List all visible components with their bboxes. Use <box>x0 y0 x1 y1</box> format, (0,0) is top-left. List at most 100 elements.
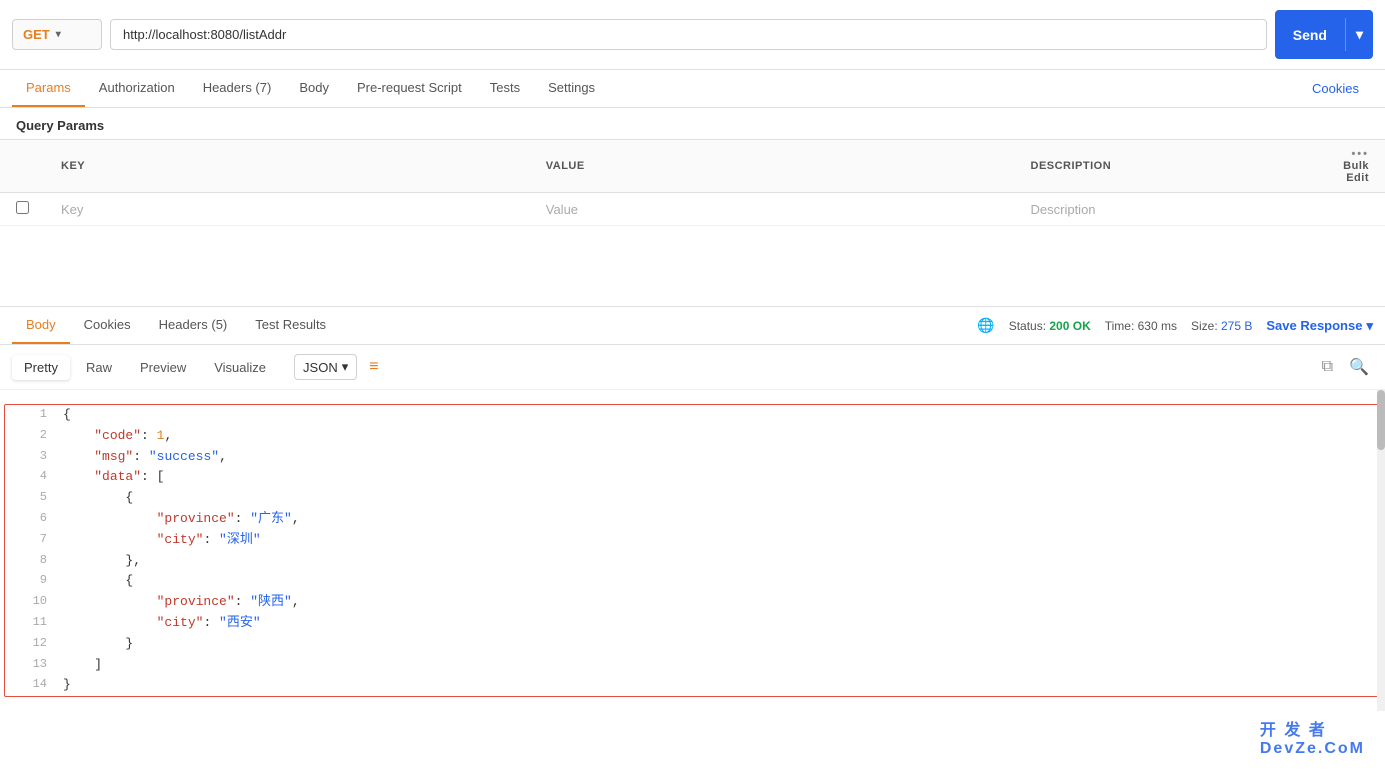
format-pretty-button[interactable]: Pretty <box>12 355 70 380</box>
watermark: 开 发 者DevZe.CoM <box>1260 716 1365 758</box>
save-response-chevron-icon: ▾ <box>1366 318 1373 334</box>
chevron-down-icon: ▾ <box>56 29 61 40</box>
send-button[interactable]: Send ▾ <box>1275 10 1373 59</box>
code-line-8: 8 }, <box>5 551 1380 572</box>
request-tabs: Params Authorization Headers (7) Body Pr… <box>0 70 1385 108</box>
response-time: Time: 630 ms <box>1105 319 1177 333</box>
table-row: Key Value Description <box>0 193 1385 226</box>
row-checkbox[interactable] <box>0 193 45 226</box>
params-table: KEY VALUE DESCRIPTION ••• Bulk Edit Key … <box>0 139 1385 226</box>
method-selector[interactable]: GET ▾ <box>12 19 102 50</box>
bulk-edit-button[interactable]: Bulk Edit <box>1343 160 1369 184</box>
empty-space <box>0 226 1385 306</box>
copy-icon[interactable]: ⧉ <box>1318 353 1337 381</box>
code-line-5: 5 { <box>5 488 1380 509</box>
json-format-select[interactable]: JSON ▾ <box>294 354 357 380</box>
line-number: 12 <box>17 634 47 653</box>
code-content: "province": "广东", <box>63 509 1368 530</box>
line-number: 1 <box>17 405 47 424</box>
code-content: "city": "深圳" <box>63 530 1368 551</box>
key-col-header: KEY <box>45 140 530 193</box>
line-number: 14 <box>17 675 47 694</box>
globe-icon: 🌐 <box>977 317 994 334</box>
more-options-icon[interactable]: ••• <box>1351 148 1369 160</box>
code-line-11: 11 "city": "西安" <box>5 613 1380 634</box>
actions-col-header: ••• Bulk Edit <box>1305 140 1385 193</box>
code-line-2: 2 "code": 1, <box>5 426 1380 447</box>
json-format-label: JSON <box>303 360 338 375</box>
method-text: GET <box>23 27 50 42</box>
code-content: { <box>63 405 1368 426</box>
desc-cell[interactable]: Description <box>1015 193 1306 226</box>
tab-authorization[interactable]: Authorization <box>85 70 189 107</box>
tab-body[interactable]: Body <box>285 70 343 107</box>
tab-tests[interactable]: Tests <box>476 70 534 107</box>
desc-col-header: DESCRIPTION <box>1015 140 1306 193</box>
code-line-10: 10 "province": "陕西", <box>5 592 1380 613</box>
checkbox-col-header <box>0 140 45 193</box>
line-number: 5 <box>17 488 47 507</box>
url-bar: GET ▾ Send ▾ <box>0 0 1385 70</box>
line-number: 13 <box>17 655 47 674</box>
code-content: "code": 1, <box>63 426 1368 447</box>
line-number: 10 <box>17 592 47 611</box>
send-label: Send <box>1275 19 1345 51</box>
tab-pre-request-script[interactable]: Pre-request Script <box>343 70 476 107</box>
line-number: 7 <box>17 530 47 549</box>
json-border-box: 1 { 2 "code": 1, 3 "msg": "success", 4 "… <box>4 404 1381 697</box>
code-content: "msg": "success", <box>63 447 1368 468</box>
response-tabs: Body Cookies Headers (5) Test Results 🌐 … <box>0 306 1385 345</box>
send-arrow-icon[interactable]: ▾ <box>1345 18 1373 51</box>
url-input[interactable] <box>110 19 1267 50</box>
status-badge: Status: 200 OK <box>1009 319 1091 333</box>
line-number: 4 <box>17 467 47 486</box>
status-ok-text: 200 OK <box>1049 319 1090 333</box>
tab-params[interactable]: Params <box>12 70 85 107</box>
query-params-title: Query Params <box>0 108 1385 139</box>
resp-tab-test-results[interactable]: Test Results <box>241 307 340 344</box>
search-icon[interactable]: 🔍 <box>1345 353 1373 381</box>
code-line-13: 13 ] <box>5 655 1380 676</box>
code-line-14: 14 } <box>5 675 1380 696</box>
value-cell[interactable]: Value <box>530 193 1015 226</box>
tab-settings[interactable]: Settings <box>534 70 609 107</box>
resp-tab-cookies[interactable]: Cookies <box>70 307 145 344</box>
key-cell[interactable]: Key <box>45 193 530 226</box>
actions-cell <box>1305 193 1385 226</box>
format-bar: Pretty Raw Preview Visualize JSON ▾ ≡ ⧉ … <box>0 345 1385 390</box>
code-content: } <box>63 675 1368 696</box>
save-response-label: Save Response <box>1266 318 1362 333</box>
format-visualize-button[interactable]: Visualize <box>202 355 278 380</box>
code-content: }, <box>63 551 1368 572</box>
line-number: 9 <box>17 571 47 590</box>
line-number: 3 <box>17 447 47 466</box>
resp-tab-headers[interactable]: Headers (5) <box>145 307 242 344</box>
code-content: "city": "西安" <box>63 613 1368 634</box>
code-content: "data": [ <box>63 467 1368 488</box>
param-checkbox[interactable] <box>16 201 29 214</box>
format-preview-button[interactable]: Preview <box>128 355 198 380</box>
response-status-area: 🌐 Status: 200 OK Time: 630 ms Size: 275 … <box>977 317 1373 334</box>
format-right-actions: ⧉ 🔍 <box>1318 353 1373 381</box>
code-content: } <box>63 634 1368 655</box>
scrollbar-track[interactable] <box>1377 390 1385 711</box>
code-line-7: 7 "city": "深圳" <box>5 530 1380 551</box>
tab-headers[interactable]: Headers (7) <box>189 70 286 107</box>
code-line-4: 4 "data": [ <box>5 467 1380 488</box>
wrap-lines-icon[interactable]: ≡ <box>369 358 378 376</box>
code-line-1: 1 { <box>5 405 1380 426</box>
code-line-12: 12 } <box>5 634 1380 655</box>
line-number: 11 <box>17 613 47 632</box>
json-format-chevron-icon: ▾ <box>342 359 349 375</box>
tab-cookies[interactable]: Cookies <box>1298 71 1373 106</box>
format-raw-button[interactable]: Raw <box>74 355 124 380</box>
save-response-button[interactable]: Save Response ▾ <box>1266 318 1373 334</box>
code-line-9: 9 { <box>5 571 1380 592</box>
line-number: 8 <box>17 551 47 570</box>
scrollbar-thumb[interactable] <box>1377 390 1385 450</box>
line-number: 2 <box>17 426 47 445</box>
resp-tab-body[interactable]: Body <box>12 307 70 344</box>
response-size: Size: 275 B <box>1191 319 1252 333</box>
code-content: { <box>63 488 1368 509</box>
line-number: 6 <box>17 509 47 528</box>
